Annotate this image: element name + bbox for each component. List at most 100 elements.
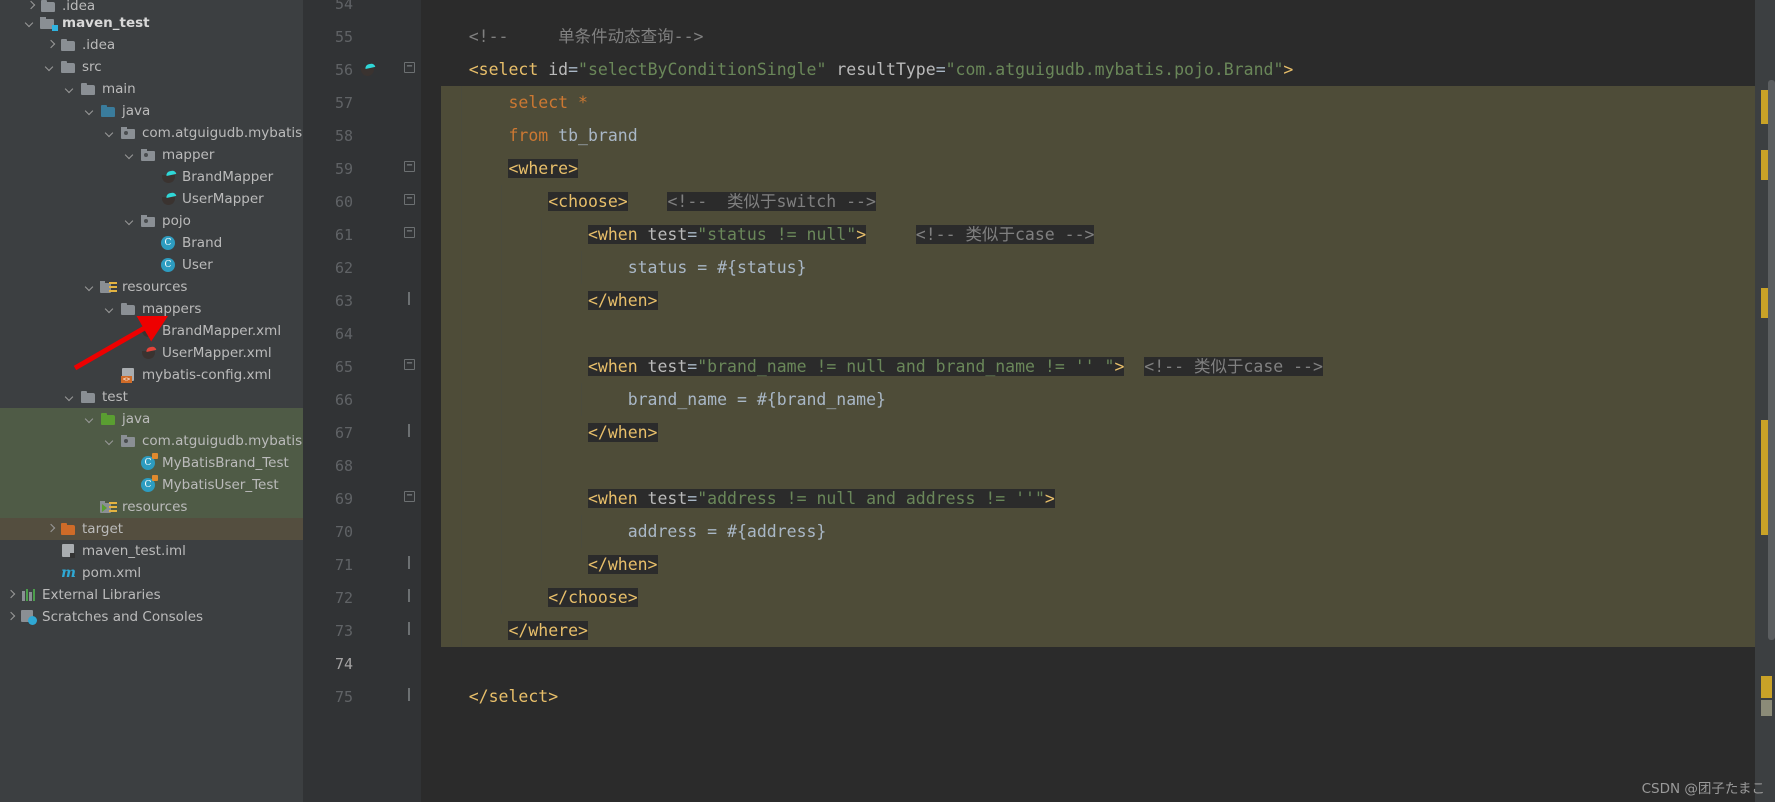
tree-item-pom-xml[interactable]: m pom.xml — [0, 562, 303, 584]
code-line[interactable]: <where> — [421, 152, 1755, 185]
chevron-down-icon[interactable] — [104, 126, 118, 140]
tree-item-java[interactable]: java — [0, 408, 303, 430]
tree-item-scratches-and-consoles[interactable]: Scratches and Consoles — [0, 606, 303, 628]
code-line[interactable] — [421, 449, 1755, 482]
chevron-down-icon[interactable] — [84, 104, 98, 118]
tree-item-maven-test-iml[interactable]: maven_test.iml — [0, 540, 303, 562]
gutter-line[interactable]: 70 — [303, 515, 421, 548]
gutter-line[interactable]: 61 — [303, 218, 421, 251]
fold-region-marker[interactable] — [404, 424, 415, 437]
code-line[interactable] — [421, 647, 1755, 680]
gutter-line[interactable]: 55 — [303, 20, 421, 53]
chevron-down-icon[interactable] — [24, 16, 38, 30]
tree-item-mybatisuser-test[interactable]: C MybatisUser_Test — [0, 474, 303, 496]
tree-item-target[interactable]: target — [0, 518, 303, 540]
gutter-line[interactable]: 66 — [303, 383, 421, 416]
tree-item-mybatisbrand-test[interactable]: C MyBatisBrand_Test — [0, 452, 303, 474]
code-line[interactable]: address = #{address} — [421, 515, 1755, 548]
gutter-line[interactable]: 58 — [303, 119, 421, 152]
tree-item-idea[interactable]: .idea — [0, 34, 303, 56]
gutter-line[interactable]: 62 — [303, 251, 421, 284]
code-line[interactable]: </choose> — [421, 581, 1755, 614]
chevron-down-icon[interactable] — [84, 412, 98, 426]
gutter-line[interactable]: 54 — [303, 0, 421, 20]
chevron-right-icon[interactable] — [4, 588, 18, 602]
tree-item-brand[interactable]: C Brand — [0, 232, 303, 254]
tree-item-com-atguigudb-mybatis[interactable]: com.atguigudb.mybatis — [0, 122, 303, 144]
gutter-line[interactable]: 68 — [303, 449, 421, 482]
chevron-down-icon[interactable] — [84, 280, 98, 294]
project-tree-panel[interactable]: .idea maven_test .idea src main java com.atgui… — [0, 0, 303, 802]
gutter-line[interactable]: 72 — [303, 581, 421, 614]
tree-item-mybatis-config-xml[interactable]: <> mybatis-config.xml — [0, 364, 303, 386]
code-line[interactable]: status = #{status} — [421, 251, 1755, 284]
fold-collapse-icon[interactable] — [404, 62, 415, 73]
code-line[interactable] — [421, 317, 1755, 350]
tree-item-user[interactable]: C User — [0, 254, 303, 276]
chevron-right-icon[interactable] — [4, 610, 18, 624]
gutter-line[interactable]: 67 — [303, 416, 421, 449]
tree-item-resources[interactable]: resources — [0, 276, 303, 298]
gutter-line[interactable]: 65 — [303, 350, 421, 383]
fold-region-marker[interactable] — [404, 292, 415, 305]
tree-item-mappers[interactable]: mappers — [0, 298, 303, 320]
gutter-line[interactable]: 63 — [303, 284, 421, 317]
tree-item-test[interactable]: test — [0, 386, 303, 408]
tree-item-com-atguigudb-mybatis[interactable]: com.atguigudb.mybatis. — [0, 430, 303, 452]
code-line[interactable]: <choose> <!-- 类似于switch --> — [421, 185, 1755, 218]
tree-item-usermapper-xml[interactable]: UserMapper.xml — [0, 342, 303, 364]
gutter-line[interactable]: 60 — [303, 185, 421, 218]
chevron-right-icon[interactable] — [44, 38, 58, 52]
fold-collapse-icon[interactable] — [404, 194, 415, 205]
tree-item-usermapper[interactable]: UserMapper — [0, 188, 303, 210]
fold-region-marker[interactable] — [404, 556, 415, 569]
chevron-down-icon[interactable] — [64, 390, 78, 404]
code-line[interactable]: </when> — [421, 416, 1755, 449]
mybatis-gutter-icon[interactable] — [359, 61, 379, 79]
code-line[interactable]: from tb_brand — [421, 119, 1755, 152]
code-line[interactable]: </when> — [421, 548, 1755, 581]
tree-item-mapper[interactable]: mapper — [0, 144, 303, 166]
code-line[interactable]: <when test="brand_name != null and brand… — [421, 350, 1755, 383]
code-line[interactable]: </when> — [421, 284, 1755, 317]
tree-item-brandmapper-xml[interactable]: BrandMapper.xml — [0, 320, 303, 342]
code-line[interactable] — [421, 0, 1755, 20]
marker-scrollbar[interactable] — [1755, 0, 1775, 802]
marker-stripe[interactable] — [1761, 700, 1772, 716]
fold-region-marker[interactable] — [404, 688, 415, 701]
code-line[interactable]: <select id="selectByConditionSingle" res… — [421, 53, 1755, 86]
chevron-down-icon[interactable] — [104, 302, 118, 316]
chevron-down-icon[interactable] — [44, 60, 58, 74]
gutter-line[interactable]: 56 — [303, 53, 421, 86]
code-editor[interactable]: 54 55 56 57 58 59 60 61 62 63 64 65 66 67 68 69 70 71 72 73… — [303, 0, 1775, 802]
tree-item-idea[interactable]: .idea — [0, 0, 303, 14]
code-line[interactable]: <!-- 单条件动态查询--> — [421, 20, 1755, 53]
fold-collapse-icon[interactable] — [404, 491, 415, 502]
code-area[interactable]: <!-- 单条件动态查询--> <select id="selectByCond… — [421, 0, 1775, 802]
gutter-line[interactable]: 57 — [303, 86, 421, 119]
chevron-right-icon[interactable] — [44, 522, 58, 536]
marker-stripe[interactable] — [1761, 676, 1772, 698]
tree-item-src[interactable]: src — [0, 56, 303, 78]
code-line[interactable]: </select> — [421, 680, 1755, 713]
tree-item-pojo[interactable]: pojo — [0, 210, 303, 232]
tree-item-java[interactable]: java — [0, 100, 303, 122]
tree-item-main[interactable]: main — [0, 78, 303, 100]
gutter-line[interactable]: 73 — [303, 614, 421, 647]
chevron-down-icon[interactable] — [124, 214, 138, 228]
tree-item-maven-test[interactable]: maven_test — [0, 12, 303, 34]
code-line[interactable]: </where> — [421, 614, 1755, 647]
fold-collapse-icon[interactable] — [404, 161, 415, 172]
fold-collapse-icon[interactable] — [404, 359, 415, 370]
fold-region-marker[interactable] — [404, 589, 415, 602]
tree-item-resources[interactable]: resources — [0, 496, 303, 518]
chevron-down-icon[interactable] — [104, 434, 118, 448]
tree-item-external-libraries[interactable]: External Libraries — [0, 584, 303, 606]
editor-gutter[interactable]: 54 55 56 57 58 59 60 61 62 63 64 65 66 67 68 69 70 71 72 73… — [303, 0, 421, 802]
chevron-down-icon[interactable] — [124, 148, 138, 162]
gutter-line[interactable]: 64 — [303, 317, 421, 350]
code-line[interactable]: brand_name = #{brand_name} — [421, 383, 1755, 416]
gutter-line[interactable]: 74 — [303, 647, 421, 680]
scrollbar-thumb[interactable] — [1768, 80, 1775, 640]
code-line[interactable]: select * — [421, 86, 1755, 119]
